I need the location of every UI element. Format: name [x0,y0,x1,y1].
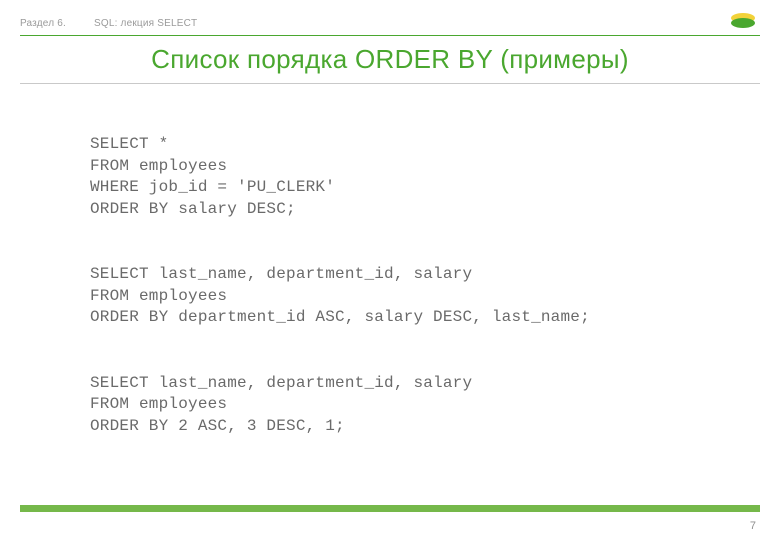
lecture-label: SQL: лекция SELECT [94,18,197,29]
page-number: 7 [750,520,756,532]
logo-icon [730,12,756,30]
footer-accent-bar [20,505,760,512]
code-example-1: SELECT * FROM employees WHERE job_id = '… [90,134,760,220]
slide-title: Список порядка ORDER BY (примеры) [20,44,760,75]
title-underline [20,83,760,84]
slide-header: Раздел 6. SQL: лекция SELECT Список поря… [0,0,780,84]
header-meta: Раздел 6. SQL: лекция SELECT [20,18,760,29]
code-example-3: SELECT last_name, department_id, salary … [90,373,760,438]
slide-content: SELECT * FROM employees WHERE job_id = '… [0,84,780,437]
code-example-2: SELECT last_name, department_id, salary … [90,264,760,329]
section-label: Раздел 6. [20,18,66,29]
header-divider [20,35,760,36]
